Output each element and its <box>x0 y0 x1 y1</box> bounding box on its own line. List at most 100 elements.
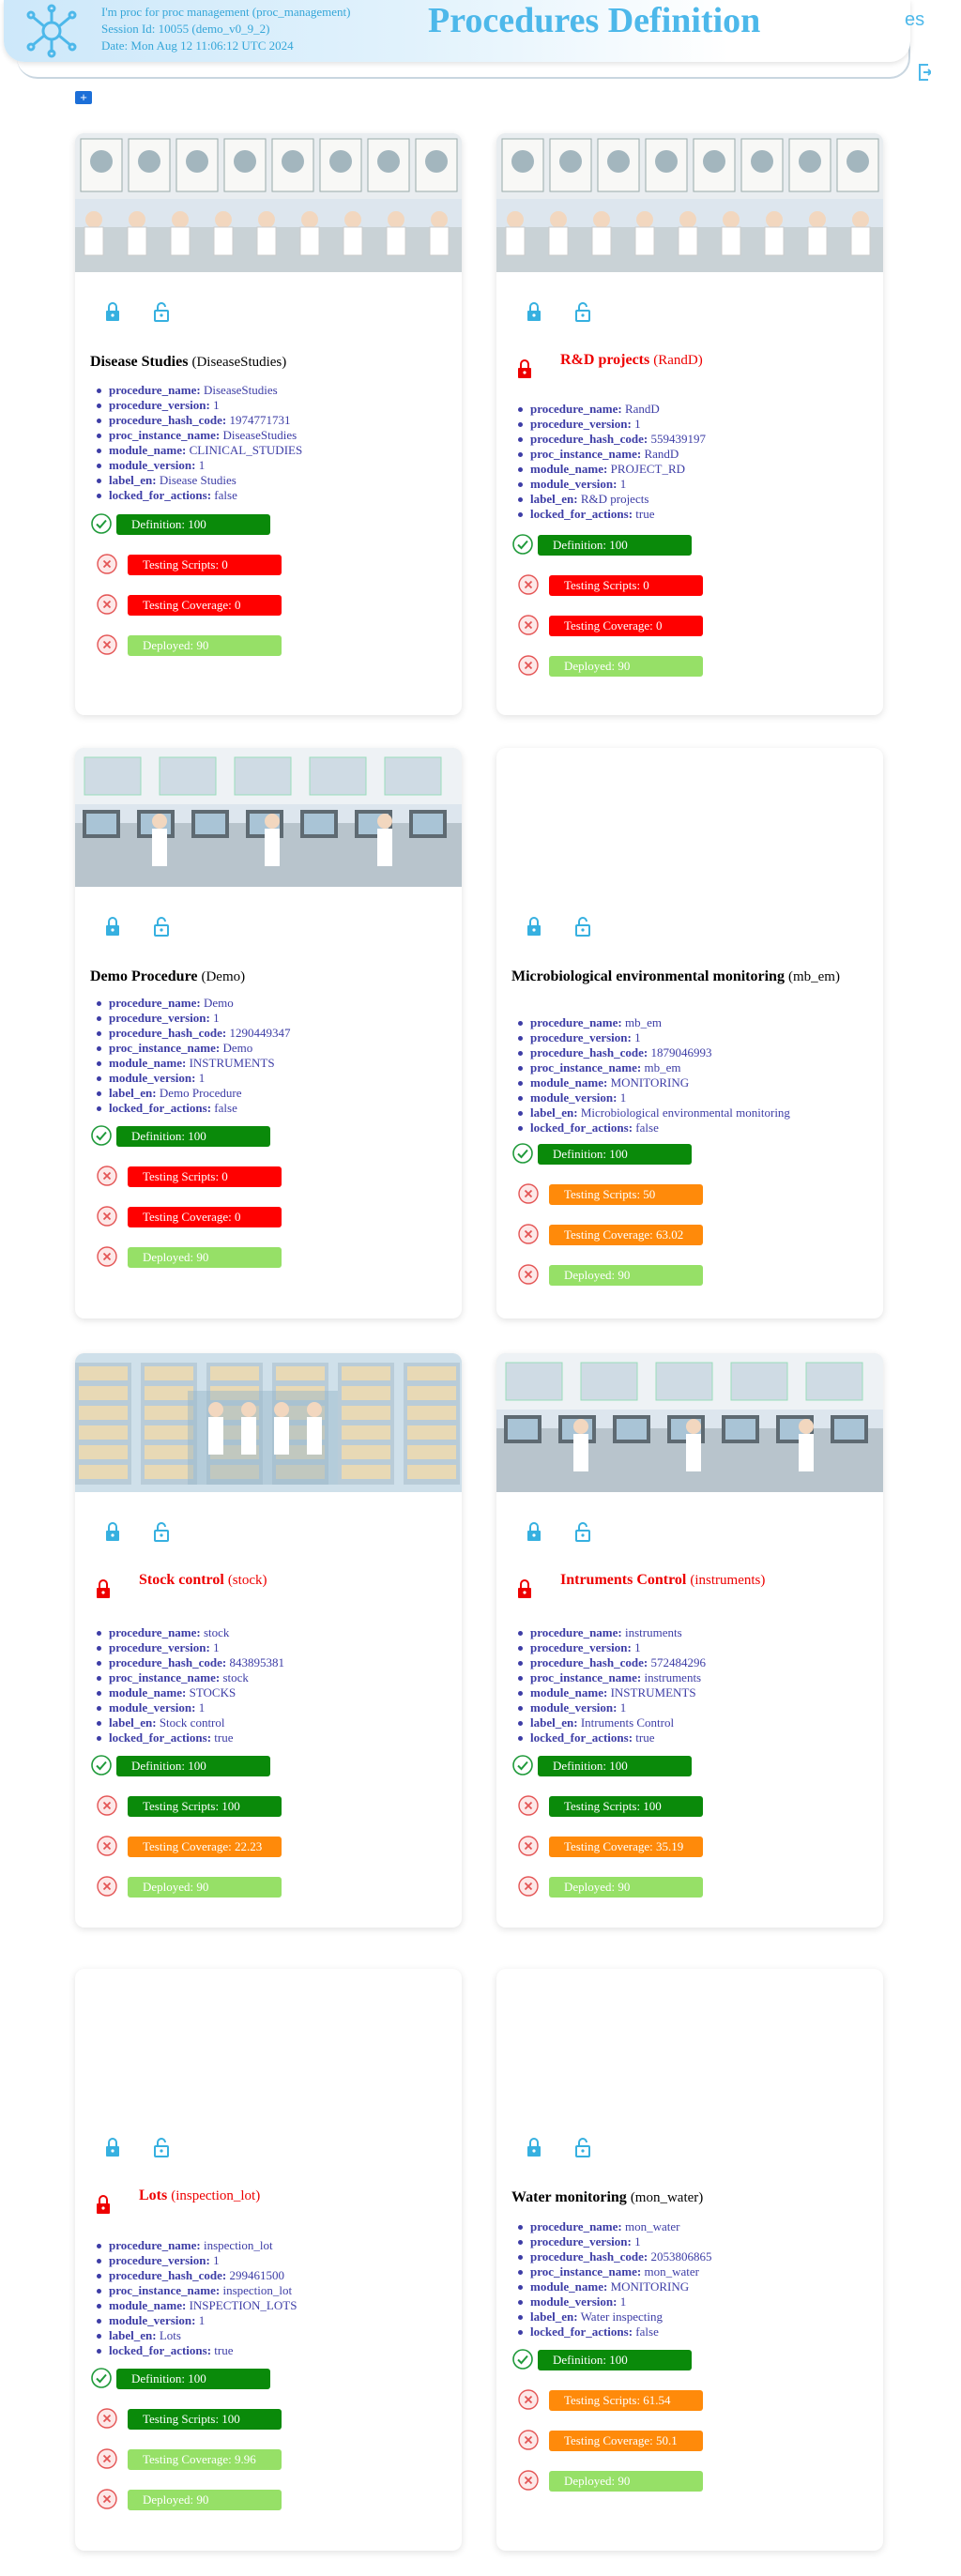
procedure-card[interactable]: Microbiological environmental monitoring… <box>496 748 883 1318</box>
lock-closed-icon[interactable] <box>101 1520 124 1543</box>
property-value: true <box>635 507 655 521</box>
status-badge: Definition: 100 <box>538 535 692 556</box>
lock-open-icon[interactable] <box>150 2136 173 2158</box>
property-key: proc_instance_name: <box>109 1041 221 1055</box>
property-key: locked_for_actions: <box>530 507 633 521</box>
close-circle-icon[interactable] <box>517 1875 540 1898</box>
close-circle-icon[interactable] <box>96 1205 118 1227</box>
close-circle-icon[interactable] <box>517 573 540 596</box>
lock-open-icon[interactable] <box>572 915 594 937</box>
property-item: locked_for_actions: true <box>96 2343 297 2358</box>
status-badge: Deployed: 90 <box>128 2490 282 2510</box>
lock-closed-icon[interactable] <box>523 300 545 323</box>
property-key: procedure_hash_code: <box>530 432 648 446</box>
check-circle-icon[interactable] <box>511 2348 534 2370</box>
lock-closed-icon[interactable] <box>101 2136 124 2158</box>
lock-open-icon[interactable] <box>572 1520 594 1543</box>
close-circle-icon[interactable] <box>96 1165 118 1187</box>
close-circle-icon[interactable] <box>517 2469 540 2492</box>
property-value: 1 <box>634 2234 641 2248</box>
check-circle-icon[interactable] <box>90 2367 113 2389</box>
property-key: procedure_version: <box>109 1640 210 1654</box>
close-circle-icon[interactable] <box>96 1835 118 1857</box>
property-item: procedure_version: 1 <box>96 398 302 413</box>
property-key: procedure_hash_code: <box>109 413 227 427</box>
close-circle-icon[interactable] <box>96 2488 118 2510</box>
property-value: mon_water <box>624 2219 680 2233</box>
lock-closed-icon[interactable] <box>101 300 124 323</box>
close-circle-icon[interactable] <box>96 1794 118 1817</box>
close-circle-icon[interactable] <box>517 1182 540 1205</box>
check-circle-icon[interactable] <box>90 1124 113 1147</box>
property-key: procedure_version: <box>530 417 632 431</box>
procedure-card[interactable]: Water monitoring (mon_water) procedure_na… <box>496 1969 883 2551</box>
check-circle-icon[interactable] <box>511 1142 534 1165</box>
check-circle-icon[interactable] <box>90 512 113 535</box>
close-circle-icon[interactable] <box>517 654 540 677</box>
property-key: procedure_version: <box>109 398 210 412</box>
close-circle-icon[interactable] <box>517 1794 540 1817</box>
property-item: label_en: Disease Studies <box>96 473 302 488</box>
procedure-card[interactable]: Intruments Control (instruments) procedur… <box>496 1353 883 1928</box>
status-badge: Testing Coverage: 9.96 <box>128 2449 282 2470</box>
property-item: module_version: 1 <box>518 1090 790 1105</box>
lock-closed-icon[interactable] <box>523 915 545 937</box>
property-item: module_version: 1 <box>517 2294 711 2309</box>
procedure-image <box>75 748 462 887</box>
close-circle-icon[interactable] <box>96 553 118 575</box>
status-badge: Deployed: 90 <box>549 2471 703 2492</box>
procedure-card[interactable]: R&D projects (RandD) procedure_name: Rand… <box>496 133 883 715</box>
property-key: procedure_hash_code: <box>530 1655 648 1669</box>
close-circle-icon[interactable] <box>517 614 540 636</box>
property-key: module_name: <box>530 1685 608 1700</box>
close-circle-icon[interactable] <box>96 593 118 616</box>
lock-open-icon[interactable] <box>572 2136 594 2158</box>
property-key: proc_instance_name: <box>530 1670 642 1684</box>
procedure-name: Demo Procedure <box>90 968 198 984</box>
check-circle-icon[interactable] <box>90 1754 113 1776</box>
procedure-card[interactable]: Demo Procedure (Demo) procedure_name: Dem… <box>75 748 462 1318</box>
property-value: false <box>214 488 237 502</box>
property-item: module_name: INSPECTION_LOTS <box>96 2298 297 2313</box>
lock-open-icon[interactable] <box>150 915 173 937</box>
close-circle-icon[interactable] <box>96 2447 118 2470</box>
procedure-card[interactable]: Stock control (stock) procedure_name: sto… <box>75 1353 462 1928</box>
close-circle-icon[interactable] <box>96 633 118 656</box>
close-circle-icon[interactable] <box>517 1223 540 1245</box>
property-item: procedure_version: 1 <box>517 2234 711 2249</box>
property-key: label_en: <box>530 1715 578 1730</box>
close-circle-icon[interactable] <box>96 1245 118 1268</box>
property-item: procedure_name: instruments <box>518 1625 706 1640</box>
lock-closed-icon[interactable] <box>101 915 124 937</box>
property-item: label_en: Microbiological environmental … <box>518 1105 790 1120</box>
logout-icon[interactable] <box>918 64 931 81</box>
property-item: procedure_hash_code: 559439197 <box>518 432 706 447</box>
lock-actions <box>523 2136 594 2158</box>
status-badge: Testing Scripts: 0 <box>549 575 703 596</box>
property-value: 1 <box>619 2294 627 2309</box>
lock-closed-icon[interactable] <box>523 1520 545 1543</box>
close-circle-icon[interactable] <box>96 2407 118 2430</box>
app-logo-icon[interactable] <box>24 4 79 58</box>
lock-open-icon[interactable] <box>572 300 594 323</box>
check-circle-icon[interactable] <box>511 1754 534 1776</box>
lock-open-icon[interactable] <box>150 300 173 323</box>
language-switch[interactable]: es <box>905 9 924 31</box>
property-item: locked_for_actions: false <box>517 2324 711 2340</box>
lock-open-icon[interactable] <box>150 1520 173 1543</box>
check-circle-icon[interactable] <box>511 533 534 556</box>
close-circle-icon[interactable] <box>96 1875 118 1898</box>
property-value: Stock control <box>159 1715 225 1730</box>
lock-closed-icon[interactable] <box>523 2136 545 2158</box>
add-procedure-button[interactable]: + <box>75 91 92 104</box>
property-item: module_version: 1 <box>518 1700 706 1715</box>
procedure-card[interactable]: Lots (inspection_lot) procedure_name: ins… <box>75 1969 462 2551</box>
close-circle-icon[interactable] <box>517 2429 540 2451</box>
close-circle-icon[interactable] <box>517 1835 540 1857</box>
status-badge: Testing Scripts: 100 <box>128 2409 282 2430</box>
property-key: procedure_version: <box>530 2234 632 2248</box>
close-circle-icon[interactable] <box>517 2388 540 2411</box>
procedure-card[interactable]: Disease Studies (DiseaseStudies) procedur… <box>75 133 462 715</box>
close-circle-icon[interactable] <box>517 1263 540 1286</box>
property-value: 1 <box>198 458 206 472</box>
